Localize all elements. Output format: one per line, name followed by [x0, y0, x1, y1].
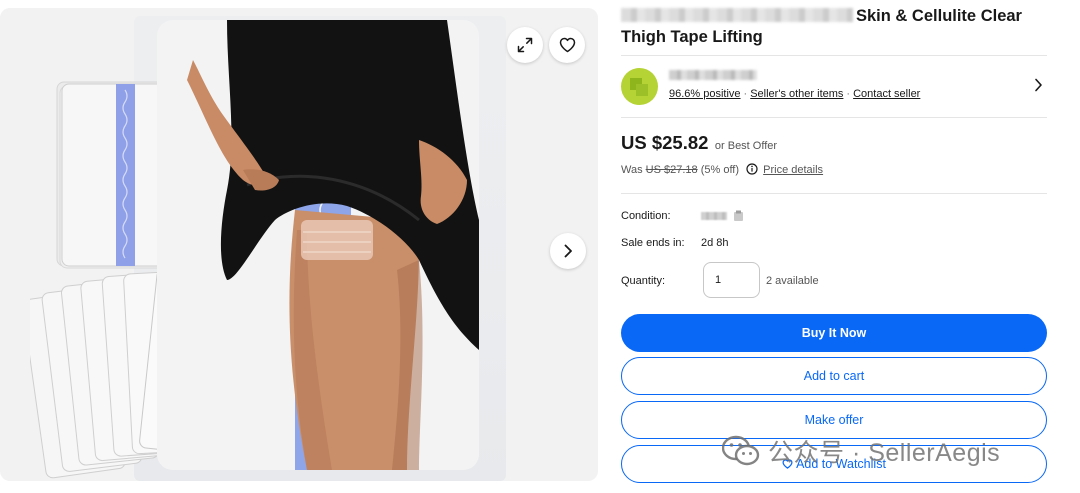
expand-icon	[517, 37, 533, 53]
next-image-button[interactable]	[550, 233, 586, 269]
chevron-right-icon	[564, 244, 572, 258]
available-count: 2 available	[766, 275, 819, 287]
separator: ·	[846, 88, 851, 100]
condition-redacted	[701, 212, 727, 220]
divider	[621, 193, 1047, 194]
contact-seller-link[interactable]: Contact seller	[853, 88, 920, 100]
condition-label: Condition:	[621, 210, 671, 222]
add-to-cart-button[interactable]: Add to cart	[621, 357, 1047, 395]
watch-heart-button[interactable]	[549, 27, 585, 63]
product-photo[interactable]	[157, 20, 479, 470]
was-price-line: Was US $27.18 (5% off) Price details	[621, 163, 823, 178]
info-icon[interactable]	[746, 163, 758, 178]
was-label: Was	[621, 164, 643, 176]
title-redacted	[621, 8, 853, 22]
watermark: 公众号 · SellerAegis	[722, 433, 1000, 469]
seller-card[interactable]: 96.6% positive · Seller's other items · Cont…	[621, 64, 1047, 108]
chevron-right-icon[interactable]	[1034, 78, 1043, 97]
price-details-link[interactable]: Price details	[763, 164, 823, 176]
seller-other-items-link[interactable]: Seller's other items	[750, 88, 843, 100]
divider	[621, 55, 1047, 56]
price-block: US $25.82 or Best Offer	[621, 132, 777, 154]
sale-ends-value: 2d 8h	[701, 237, 729, 249]
price: US $25.82	[621, 132, 709, 153]
separator: ·	[743, 88, 748, 100]
was-price: US $27.18	[645, 164, 698, 176]
watermark-text: 公众号 · SellerAegis	[768, 439, 1001, 467]
seller-links: 96.6% positive · Seller's other items · Cont…	[669, 88, 920, 100]
listing-title: Skin & Cellulite Clear Thigh Tape Liftin…	[621, 6, 1047, 48]
avatar[interactable]	[621, 68, 658, 105]
seller-feedback-link[interactable]: 96.6% positive	[669, 88, 741, 100]
heart-icon	[559, 37, 575, 53]
offer-note: or Best Offer	[714, 140, 778, 152]
quantity-row: Quantity: 1 2 available	[621, 262, 1047, 299]
buy-it-now-button[interactable]: Buy It Now	[621, 314, 1047, 352]
discount: (5% off)	[700, 164, 740, 176]
info-icon[interactable]	[733, 210, 744, 225]
wechat-icon	[722, 435, 760, 467]
sale-ends-label: Sale ends in:	[621, 237, 685, 249]
divider	[621, 117, 1047, 118]
quantity-input[interactable]: 1	[703, 262, 760, 298]
condition-value	[701, 210, 744, 225]
quantity-label: Quantity:	[621, 275, 666, 287]
expand-button[interactable]	[507, 27, 543, 63]
image-gallery	[0, 8, 598, 481]
seller-name-redacted[interactable]	[669, 70, 757, 80]
